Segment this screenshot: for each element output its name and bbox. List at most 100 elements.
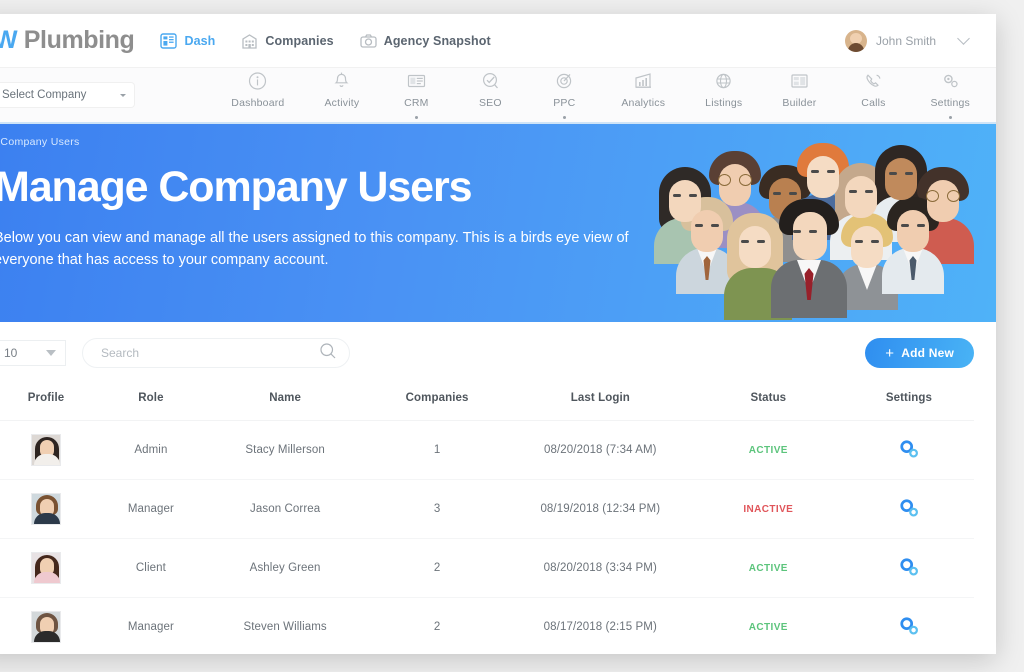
- layout-icon: [789, 71, 810, 91]
- add-new-label: Add New: [901, 346, 954, 360]
- dashboard-grid-icon: [160, 32, 178, 49]
- nav-item-builder[interactable]: Builder: [782, 71, 816, 119]
- company-select-dropdown[interactable]: Select Company: [0, 83, 134, 107]
- page-size-value: 10: [4, 346, 18, 360]
- user-menu[interactable]: John Smith: [844, 29, 972, 52]
- avatar: [31, 493, 61, 525]
- search-box[interactable]: [82, 338, 350, 368]
- top-link-companies[interactable]: Companies: [241, 33, 334, 49]
- nav-item-crm[interactable]: CRM: [399, 71, 433, 119]
- gears-icon[interactable]: [897, 438, 921, 463]
- cell-companies: 1: [366, 420, 508, 480]
- cell-role: Admin: [98, 420, 204, 480]
- gears-icon[interactable]: [897, 615, 921, 640]
- brand-accent-letter: W: [0, 26, 18, 54]
- column-header-companies[interactable]: Companies: [366, 378, 508, 421]
- avatar: [31, 552, 61, 584]
- target-check-icon: [480, 71, 501, 91]
- column-header-settings[interactable]: Settings: [843, 378, 974, 421]
- cell-profile: [0, 420, 98, 480]
- card-list-icon: [406, 71, 427, 91]
- nav-item-listings[interactable]: Listings: [705, 71, 742, 119]
- table-row[interactable]: Admin Stacy Millerson 1 08/20/2018 (7:34…: [0, 420, 974, 480]
- nav-item-label: Activity: [324, 97, 360, 109]
- gears-icon: [940, 71, 961, 91]
- status-badge: ACTIVE: [748, 622, 788, 633]
- avatar: [844, 29, 867, 52]
- globe-icon: [713, 71, 734, 91]
- nav-item-label: Builder: [782, 97, 817, 109]
- brand-name: Plumbing: [17, 26, 135, 54]
- nav-item-seo[interactable]: SEO: [473, 71, 507, 119]
- cell-settings: [843, 479, 974, 539]
- hero-banner: / Company Users Manage Company Users Bel…: [0, 124, 996, 322]
- top-link-label: Companies: [265, 33, 334, 48]
- caret-down-icon: [120, 93, 126, 97]
- nav-item-label: PPC: [553, 97, 576, 109]
- top-link-dash[interactable]: Dash: [160, 32, 216, 49]
- company-select-value: Select Company: [2, 89, 87, 101]
- phone-icon: [863, 71, 884, 91]
- gears-icon[interactable]: [897, 497, 921, 522]
- app-window: W Plumbing Dash Companies Agency Snapsho…: [0, 14, 996, 654]
- nav-item-ppc[interactable]: PPC: [547, 71, 581, 119]
- bar-chart-icon: [633, 71, 654, 91]
- building-icon: [241, 33, 258, 49]
- column-header-status[interactable]: Status: [692, 378, 844, 421]
- column-header-last-login[interactable]: Last Login: [507, 378, 693, 421]
- cell-profile: [0, 538, 98, 598]
- search-input[interactable]: [101, 346, 319, 360]
- top-link-label: Dash: [184, 33, 216, 48]
- user-name: John Smith: [875, 33, 936, 48]
- bell-icon: [331, 71, 352, 91]
- nav-item-activity[interactable]: Activity: [324, 71, 359, 119]
- table-head: Profile Role Name Companies Last Login S…: [0, 378, 974, 421]
- gears-icon[interactable]: [897, 556, 921, 581]
- column-header-role[interactable]: Role: [98, 378, 204, 421]
- status-badge: ACTIVE: [748, 563, 788, 574]
- avatar: [31, 611, 61, 643]
- top-links: Dash Companies Agency Snapshot: [160, 32, 491, 49]
- avatar: [31, 434, 61, 466]
- nav-item-label: Listings: [705, 97, 743, 109]
- nav-dot: [562, 116, 566, 119]
- cell-last-login: 08/19/2018 (12:34 PM): [507, 479, 693, 539]
- nav-item-dashboard[interactable]: Dashboard: [231, 71, 284, 119]
- nav-item-analytics[interactable]: Analytics: [621, 71, 665, 119]
- nav-item-label: Calls: [861, 97, 886, 109]
- caret-down-icon: [46, 350, 56, 356]
- cell-companies: 3: [366, 479, 508, 539]
- status-badge: INACTIVE: [743, 504, 794, 515]
- plus-icon: +: [885, 344, 895, 362]
- nav-dot: [948, 116, 952, 119]
- cell-name: Jason Correa: [203, 479, 367, 539]
- add-new-button[interactable]: + Add New: [865, 338, 974, 368]
- page-size-select[interactable]: 10: [0, 340, 66, 366]
- column-header-name[interactable]: Name: [203, 378, 367, 421]
- column-header-profile[interactable]: Profile: [0, 378, 98, 421]
- nav-dot: [414, 116, 418, 119]
- cell-last-login: 08/20/2018 (3:34 PM): [507, 538, 693, 598]
- nav-item-label: CRM: [404, 97, 429, 109]
- secondary-navigation: Select Company Dashboard Activity CRM SE…: [0, 68, 996, 124]
- cell-profile: [0, 479, 98, 539]
- cell-status: ACTIVE: [692, 420, 844, 480]
- info-circle-icon: [247, 71, 268, 91]
- camera-icon: [360, 33, 377, 49]
- cell-companies: 2: [366, 538, 508, 598]
- top-link-agency-snapshot[interactable]: Agency Snapshot: [360, 33, 491, 49]
- cell-role: Manager: [98, 479, 204, 539]
- table-body: Admin Stacy Millerson 1 08/20/2018 (7:34…: [0, 420, 974, 654]
- search-icon[interactable]: [319, 342, 337, 365]
- cell-settings: [843, 420, 974, 480]
- page-description: Below you can view and manage all the us…: [0, 230, 629, 269]
- table-row[interactable]: Manager Jason Correa 3 08/19/2018 (12:34…: [0, 479, 974, 539]
- nav-item-calls[interactable]: Calls: [856, 71, 890, 119]
- nav-item-settings[interactable]: Settings: [930, 71, 970, 119]
- top-navigation-bar: W Plumbing Dash Companies Agency Snapsho…: [0, 14, 996, 68]
- cell-name: Ashley Green: [203, 538, 367, 598]
- users-table: Profile Role Name Companies Last Login S…: [0, 378, 974, 654]
- table-row[interactable]: Client Ashley Green 2 08/20/2018 (3:34 P…: [0, 538, 974, 598]
- cell-last-login: 08/20/2018 (7:34 AM): [507, 420, 693, 480]
- chevron-down-icon[interactable]: [957, 31, 970, 45]
